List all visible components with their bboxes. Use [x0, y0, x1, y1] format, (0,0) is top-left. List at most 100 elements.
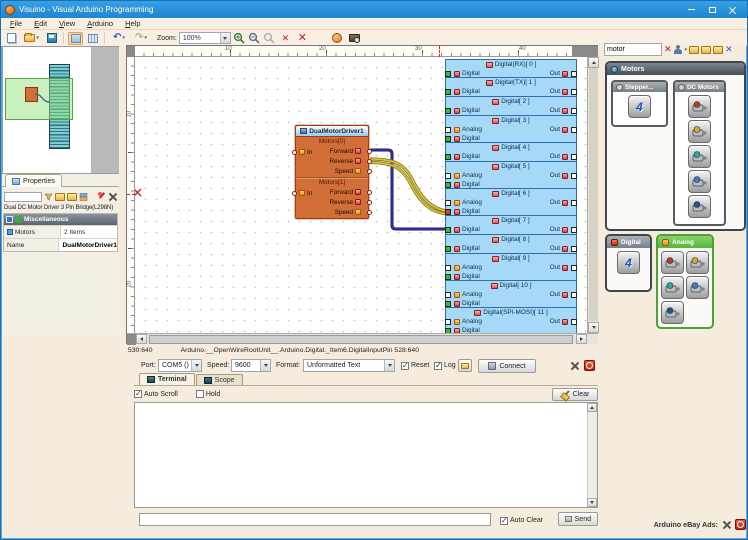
- category-analog[interactable]: Analog: [656, 234, 714, 329]
- board-pin-3[interactable]: Digital[ 3 ]AnalogOutDigital: [445, 116, 577, 143]
- clear-button[interactable]: Clear: [552, 388, 598, 401]
- autoclear-group[interactable]: Auto Clear: [500, 514, 543, 527]
- sort-icon[interactable]: [79, 193, 88, 201]
- digital-input-pin[interactable]: [445, 301, 451, 307]
- subcategory-stepper[interactable]: Stepper... 4: [611, 80, 668, 127]
- pin-properties-icon[interactable]: [97, 192, 106, 201]
- layout-panel-toggle[interactable]: [68, 32, 83, 45]
- delete-wires-button[interactable]: ✕: [278, 32, 293, 45]
- tools-icon[interactable]: [108, 192, 117, 201]
- new-button[interactable]: [4, 32, 19, 45]
- terminal-output[interactable]: [134, 402, 598, 508]
- category-motors[interactable]: Motors Stepper... 4 DC Motors: [605, 61, 746, 231]
- menu-arduino[interactable]: Arduino: [82, 19, 118, 28]
- ads-tools-icon[interactable]: [722, 520, 731, 529]
- property-row-motors[interactable]: Motors2 Items: [4, 225, 117, 238]
- scroll-up-button[interactable]: [588, 57, 599, 68]
- autoscroll-group[interactable]: Auto Scroll: [134, 390, 178, 398]
- save-button[interactable]: [44, 32, 59, 45]
- connection-tools-icon[interactable]: [570, 361, 579, 374]
- board-pin-9[interactable]: Digital[ 9 ]AnalogOutDigital: [445, 254, 577, 281]
- input-pin-in[interactable]: In: [299, 147, 312, 157]
- tab-terminal[interactable]: Terminal: [139, 373, 195, 385]
- analog-input-pin[interactable]: [445, 265, 451, 271]
- title-bar[interactable]: Visuino - Visual Arduino Programming: [1, 1, 747, 18]
- grid-view-toggle[interactable]: [85, 32, 100, 45]
- clear-search-icon[interactable]: ✕: [664, 45, 672, 54]
- input-pin-in[interactable]: In: [299, 188, 312, 198]
- close-button[interactable]: [723, 3, 743, 16]
- undo-button[interactable]: ↶▾: [109, 32, 129, 45]
- component-dualmotordriver1[interactable]: DualMotorDriver1 Motors[0]ForwardReverse…: [295, 125, 369, 219]
- dc-motor-component-tile-1[interactable]: [688, 120, 711, 143]
- digital-input-pin[interactable]: [445, 89, 451, 95]
- analog-component-tile-0[interactable]: [661, 251, 684, 274]
- property-value[interactable]: DualMotorDriver1: [59, 239, 117, 251]
- analog-input-pin[interactable]: [445, 173, 451, 179]
- tab-properties[interactable]: Properties: [5, 174, 62, 187]
- analog-component-tile-4[interactable]: [661, 301, 684, 324]
- send-input[interactable]: [139, 513, 491, 526]
- category-digital[interactable]: Digital 4: [605, 234, 652, 292]
- canvas-horizontal-scrollbar[interactable]: [127, 333, 598, 344]
- disconnect-button[interactable]: [584, 360, 595, 371]
- output-pin-reverse[interactable]: [367, 159, 372, 164]
- board-pin-10[interactable]: Digital[ 10 ]AnalogOutDigital: [445, 281, 577, 308]
- reset-checkbox[interactable]: [401, 362, 409, 370]
- input-pin-circle[interactable]: [292, 191, 297, 196]
- analog-input-pin[interactable]: [445, 292, 451, 298]
- menu-edit[interactable]: Edit: [29, 19, 52, 28]
- open-palette-folder-icon[interactable]: [701, 46, 711, 54]
- snapshot-button[interactable]: [347, 32, 362, 45]
- output-pin-speed[interactable]: [367, 210, 372, 215]
- scroll-down-button[interactable]: [588, 322, 599, 333]
- out-pin[interactable]: [571, 292, 577, 298]
- up-folder-icon[interactable]: [713, 46, 723, 54]
- terminal-scroll-down[interactable]: [587, 498, 597, 507]
- minimize-button[interactable]: [681, 3, 701, 16]
- maximize-button[interactable]: [702, 3, 722, 16]
- design-canvas[interactable]: DualMotorDriver1 Motors[0]ForwardReverse…: [135, 57, 587, 333]
- property-value[interactable]: 2 Items: [61, 226, 117, 238]
- menu-help[interactable]: Help: [120, 19, 145, 28]
- analog-input-pin[interactable]: [445, 127, 451, 133]
- subcategory-dc-motors[interactable]: DC Motors: [673, 80, 726, 226]
- user-filter-dropdown[interactable]: ▾: [685, 47, 688, 53]
- horizontal-scroll-thumb[interactable]: [149, 335, 573, 344]
- board-pin-7[interactable]: Digital[ 7 ]DigitalOut: [445, 216, 577, 235]
- scroll-left-button[interactable]: [136, 334, 147, 344]
- delete-button[interactable]: ✕: [295, 32, 310, 45]
- canvas-vertical-scrollbar[interactable]: [587, 57, 598, 333]
- scroll-right-button[interactable]: [576, 334, 587, 344]
- zoom-in-icon[interactable]: [233, 32, 246, 45]
- user-filter-icon[interactable]: [674, 45, 682, 54]
- board-pin-5[interactable]: Digital[ 5 ]AnalogOutDigital: [445, 162, 577, 189]
- zoom-reset-icon[interactable]: [263, 32, 276, 45]
- palette-search-input[interactable]: [604, 43, 662, 56]
- property-filter-input[interactable]: [4, 192, 42, 202]
- port-select[interactable]: COM5 (): [158, 359, 202, 372]
- overview-minimap[interactable]: [2, 46, 119, 174]
- out-pin[interactable]: [571, 71, 577, 77]
- out-pin[interactable]: [571, 89, 577, 95]
- dc-motor-component-tile-4[interactable]: [688, 195, 711, 218]
- board-pin-11[interactable]: Digital(SPI-MOSI)[ 11 ]AnalogOutDigital: [445, 308, 577, 333]
- log-checkbox[interactable]: [434, 362, 442, 370]
- board-pin-6[interactable]: Digital[ 6 ]AnalogOutDigital: [445, 189, 577, 216]
- digital-input-pin[interactable]: [445, 182, 451, 188]
- redo-button[interactable]: ↷▾: [131, 32, 151, 45]
- digital-input-pin[interactable]: [445, 108, 451, 114]
- new-folder-icon[interactable]: [689, 46, 699, 54]
- out-pin[interactable]: [571, 319, 577, 325]
- out-pin[interactable]: [571, 173, 577, 179]
- ads-close-button[interactable]: [735, 519, 746, 530]
- board-pin-1[interactable]: Digital(TX)[ 1 ]DigitalOut: [445, 78, 577, 97]
- out-pin[interactable]: [571, 200, 577, 206]
- out-pin[interactable]: [571, 265, 577, 271]
- output-pin-speed[interactable]: [367, 169, 372, 174]
- tab-scope[interactable]: Scope: [196, 374, 243, 385]
- digital-input-pin[interactable]: [445, 136, 451, 142]
- board-pin-2[interactable]: Digital[ 2 ]DigitalOut: [445, 97, 577, 116]
- web-help-button[interactable]: [330, 32, 345, 45]
- reset-checkbox-group[interactable]: Reset: [401, 359, 429, 372]
